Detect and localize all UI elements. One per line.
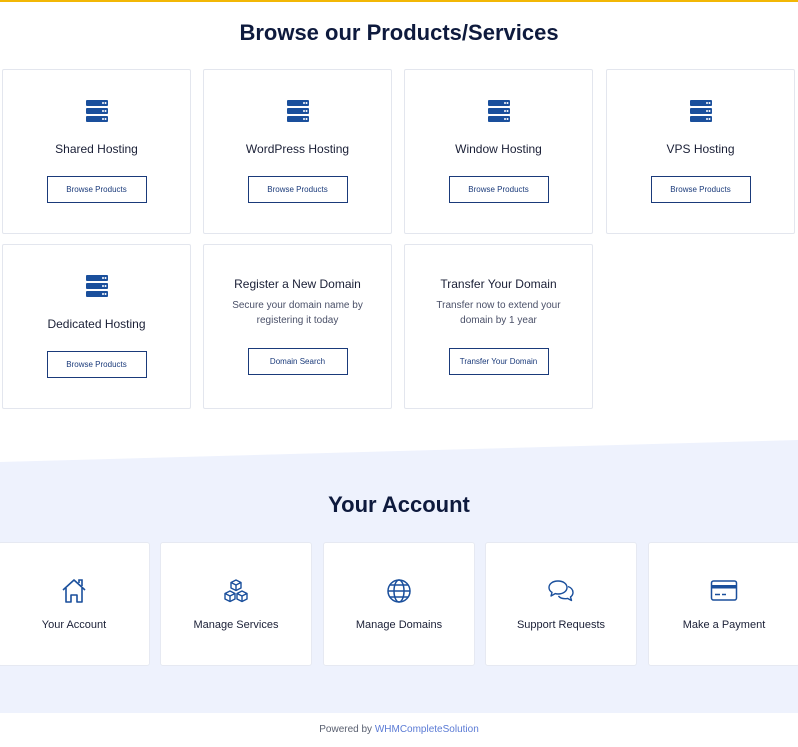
browse-products-button[interactable]: Browse Products bbox=[247, 176, 348, 203]
browse-products-button[interactable]: Browse Products bbox=[46, 176, 147, 203]
product-card-shared-hosting: Shared Hosting Browse Products bbox=[2, 69, 191, 234]
account-card-label: Manage Services bbox=[193, 619, 279, 631]
account-card-label: Your Account bbox=[41, 619, 107, 631]
product-name: VPS Hosting bbox=[666, 142, 735, 156]
product-card-dedicated-hosting: Dedicated Hosting Browse Products bbox=[2, 244, 191, 409]
top-accent-bar bbox=[0, 0, 798, 2]
browse-products-button[interactable]: Browse Products bbox=[650, 176, 751, 203]
domain-search-button[interactable]: Domain Search bbox=[247, 348, 348, 375]
product-card-window-hosting: Window Hosting Browse Products bbox=[404, 69, 593, 234]
transfer-domain-button[interactable]: Transfer Your Domain bbox=[448, 348, 549, 375]
account-card-label: Support Requests bbox=[516, 619, 606, 631]
home-icon bbox=[62, 579, 86, 603]
chat-bubbles-icon bbox=[548, 580, 574, 602]
server-icon bbox=[85, 100, 108, 122]
account-card-label: Make a Payment bbox=[682, 619, 766, 631]
support-requests-card[interactable]: Support Requests bbox=[485, 542, 637, 666]
make-payment-card[interactable]: Make a Payment bbox=[648, 542, 798, 666]
footer-powered-by: Powered by bbox=[319, 724, 375, 735]
credit-card-icon bbox=[710, 580, 738, 601]
cubes-icon bbox=[224, 579, 248, 603]
transfer-domain-card: Transfer Your Domain Transfer now to ext… bbox=[404, 244, 593, 409]
product-name: WordPress Hosting bbox=[245, 142, 350, 156]
manage-domains-card[interactable]: Manage Domains bbox=[323, 542, 475, 666]
product-name: Shared Hosting bbox=[55, 142, 138, 156]
server-icon bbox=[286, 100, 309, 122]
account-section-title: Your Account bbox=[328, 492, 470, 517]
transfer-domain-title: Transfer Your Domain bbox=[440, 277, 557, 291]
browse-products-button[interactable]: Browse Products bbox=[46, 351, 147, 378]
product-card-vps-hosting: VPS Hosting Browse Products bbox=[606, 69, 795, 234]
footer: Powered by WHMCompleteSolution bbox=[0, 724, 798, 735]
globe-icon bbox=[387, 579, 411, 603]
product-name: Dedicated Hosting bbox=[47, 317, 146, 331]
browse-products-button[interactable]: Browse Products bbox=[448, 176, 549, 203]
register-domain-description: Secure your domain name by registering i… bbox=[232, 300, 363, 326]
register-domain-card: Register a New Domain Secure your domain… bbox=[203, 244, 392, 409]
product-name: Window Hosting bbox=[455, 142, 542, 156]
server-icon bbox=[85, 275, 108, 297]
your-account-card[interactable]: Your Account bbox=[0, 542, 150, 666]
product-card-wordpress-hosting: WordPress Hosting Browse Products bbox=[203, 69, 392, 234]
manage-services-card[interactable]: Manage Services bbox=[160, 542, 312, 666]
register-domain-title: Register a New Domain bbox=[234, 277, 361, 291]
account-card-label: Manage Domains bbox=[355, 619, 443, 631]
footer-whmcs-link[interactable]: WHMCompleteSolution bbox=[375, 724, 479, 735]
transfer-domain-description: Transfer now to extend your domain by 1 … bbox=[436, 300, 561, 326]
server-icon bbox=[689, 100, 712, 122]
products-section-title: Browse our Products/Services bbox=[239, 20, 559, 45]
server-icon bbox=[487, 100, 510, 122]
